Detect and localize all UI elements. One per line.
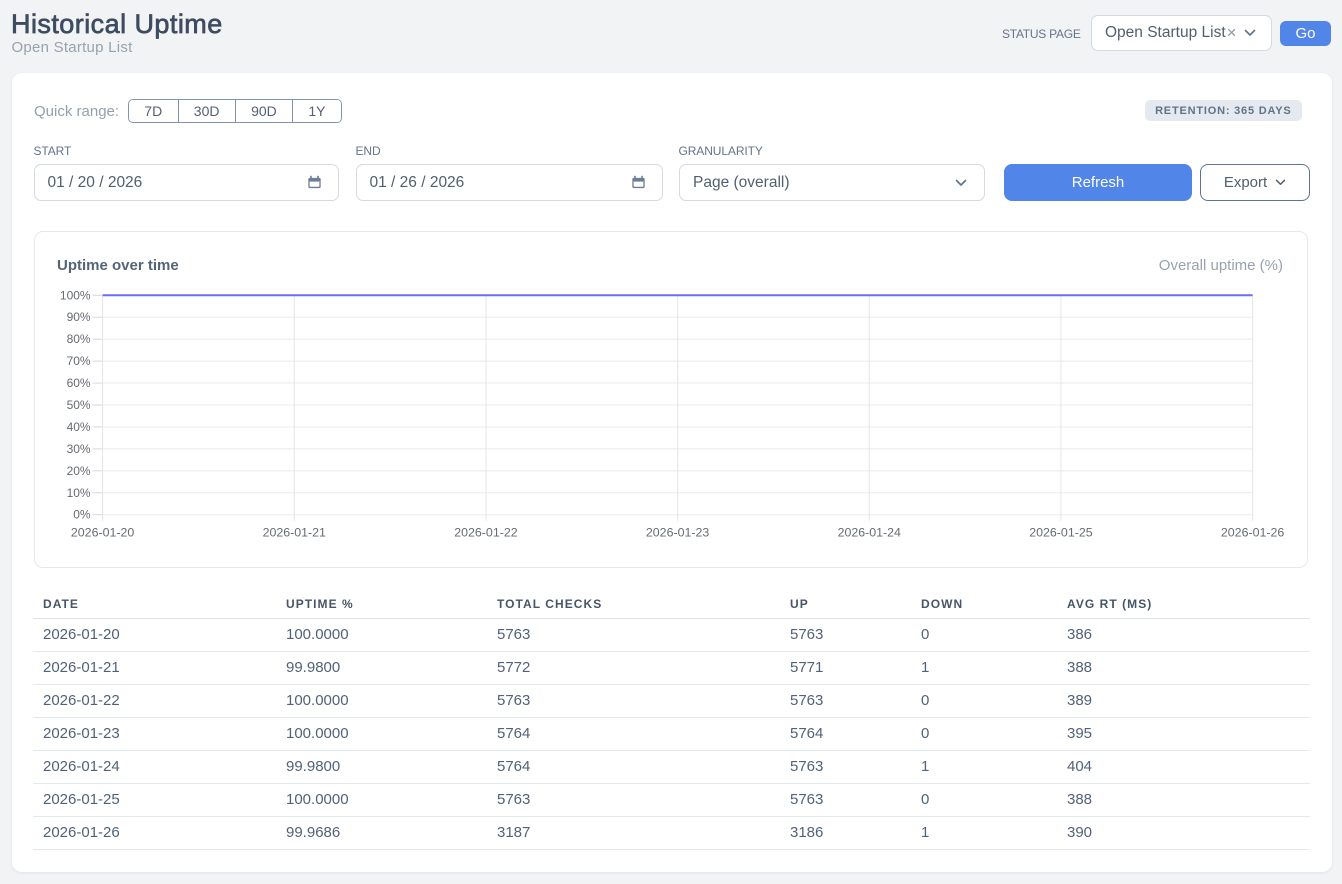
svg-text:2026-01-22: 2026-01-22 xyxy=(454,526,517,540)
svg-text:2026-01-26: 2026-01-26 xyxy=(1221,526,1284,540)
svg-text:50%: 50% xyxy=(67,398,91,412)
svg-text:30%: 30% xyxy=(67,442,91,456)
svg-text:60%: 60% xyxy=(67,376,91,390)
svg-text:2026-01-25: 2026-01-25 xyxy=(1029,526,1092,540)
svg-text:20%: 20% xyxy=(67,464,91,478)
svg-text:100%: 100% xyxy=(60,288,91,302)
svg-text:90%: 90% xyxy=(67,310,91,324)
svg-text:70%: 70% xyxy=(67,354,91,368)
svg-text:2026-01-23: 2026-01-23 xyxy=(646,526,709,540)
svg-text:2026-01-24: 2026-01-24 xyxy=(838,526,901,540)
svg-text:2026-01-20: 2026-01-20 xyxy=(71,526,134,540)
svg-text:0%: 0% xyxy=(73,508,91,522)
svg-text:80%: 80% xyxy=(67,332,91,346)
svg-text:40%: 40% xyxy=(67,420,91,434)
svg-text:10%: 10% xyxy=(67,486,91,500)
svg-text:2026-01-21: 2026-01-21 xyxy=(263,526,326,540)
